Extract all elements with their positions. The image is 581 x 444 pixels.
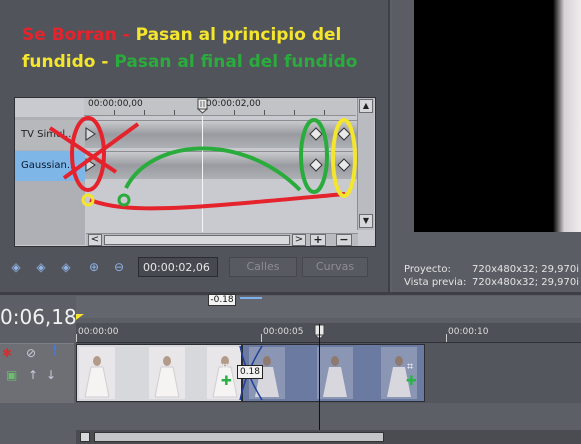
video-track-header: ✱ ⊘ ! ▣ ↑ ↓ [0, 343, 74, 403]
keyframe-mid-gaussian[interactable] [309, 158, 323, 172]
zoom-out-button[interactable]: − [336, 234, 352, 246]
compositing-down-icon[interactable]: ↓ [46, 368, 56, 382]
timeline-scroll-left[interactable] [80, 432, 90, 442]
keyframe-vertical-scrollbar[interactable]: ▲ ▼ [357, 98, 374, 230]
compositing-up-icon[interactable]: ↑ [28, 368, 38, 382]
event-pan-crop-icon[interactable]: ⌗ [222, 360, 228, 374]
video-preview [414, 0, 581, 232]
crossfade-length-label: 0.18 [237, 365, 263, 379]
timeline-current-time: 0:06,18 [0, 305, 77, 329]
fade-offset-tag: -0.18 [208, 294, 236, 306]
prev-keyframe-icon[interactable]: ◈ [33, 259, 49, 275]
fade-offset-arrow [240, 297, 262, 299]
clip-thumbnail [79, 347, 115, 399]
zoom-in-button[interactable]: + [310, 234, 326, 246]
scroll-left-button[interactable]: < [88, 234, 102, 246]
keyframe-mid-tv[interactable] [309, 127, 323, 141]
keyframe-start-gaussian[interactable] [84, 158, 98, 172]
ruler-time-10: 00:00:10 [448, 327, 489, 337]
keyframe-horizontal-scrollbar[interactable]: < > + − [86, 233, 358, 246]
track-fx-icon[interactable]: ✱ [2, 346, 12, 360]
ruler-time-0: 00:00:00 [78, 327, 119, 337]
event-pan-crop-icon-2[interactable]: ⌗ [407, 360, 413, 374]
delete-keyframe-icon[interactable]: ⊖ [111, 259, 127, 275]
video-event-1[interactable] [76, 344, 242, 402]
clip-thumbnail [149, 347, 185, 399]
calles-button[interactable]: Calles [229, 257, 297, 277]
keyframe-ruler[interactable]: 00:00:00,00 00:00:02,00 [84, 98, 356, 116]
track-labels: TV Simul... Gaussian... [15, 117, 85, 245]
scroll-thumb[interactable] [104, 235, 290, 245]
timeline-cursor-line [319, 324, 320, 430]
start-marker-icon [76, 314, 84, 320]
ruler-time-5: 00:00:05 [263, 327, 304, 337]
proyecto-value: 720x480x32; 29,970i [472, 264, 580, 275]
proyecto-label: Proyecto: [404, 264, 451, 275]
keyframe-cursor-line [202, 116, 203, 232]
mute-icon[interactable]: ⊘ [26, 346, 36, 360]
vista-previa-value: 720x480x32; 29,970i [472, 277, 580, 288]
keyframe-cursor-handle[interactable] [197, 98, 208, 114]
track-label-gaussian-blur[interactable]: Gaussian... [15, 151, 85, 181]
event-fx-icon-2[interactable]: ✚ [406, 374, 417, 389]
clip-thumbnail [317, 347, 353, 399]
video-event-2[interactable] [242, 344, 425, 402]
timeline-scroll-thumb[interactable] [94, 432, 384, 442]
video-frame-bright-edge [553, 0, 581, 232]
scroll-up-button[interactable]: ▲ [359, 99, 373, 113]
vista-previa-label: Vista previa: [404, 277, 467, 288]
next-keyframe-icon[interactable]: ◈ [58, 259, 74, 275]
marker-bar[interactable] [76, 296, 581, 320]
keyframe-end-gaussian[interactable] [337, 158, 351, 172]
first-keyframe-icon[interactable]: ◈ [8, 259, 24, 275]
event-fx-icon[interactable]: ✚ [221, 374, 232, 389]
add-keyframe-icon[interactable]: ⊕ [86, 259, 102, 275]
keyframe-time-field[interactable]: 00:00:02,06 [138, 257, 218, 277]
curvas-button[interactable]: Curvas [302, 257, 368, 277]
timeline-horizontal-scrollbar[interactable] [76, 430, 581, 444]
keyframe-end-tv[interactable] [337, 127, 351, 141]
timeline-ruler[interactable]: 00:00:00 00:00:05 00:00:10 [76, 323, 581, 343]
scroll-right-button[interactable]: > [292, 234, 306, 246]
annotation-text: Se Borran - Pasan al principio del fundi… [22, 25, 358, 72]
compositing-icon[interactable]: ▣ [6, 368, 17, 382]
keyframe-start-tv[interactable] [84, 127, 98, 141]
scroll-down-button[interactable]: ▼ [359, 214, 373, 228]
track-label-tv-simulator[interactable]: TV Simul... [15, 120, 85, 150]
ruler-start-label: 00:00:00,00 [88, 99, 143, 109]
solo-icon[interactable]: ! [52, 344, 58, 359]
ruler-mid-label: 00:00:02,00 [206, 99, 261, 109]
